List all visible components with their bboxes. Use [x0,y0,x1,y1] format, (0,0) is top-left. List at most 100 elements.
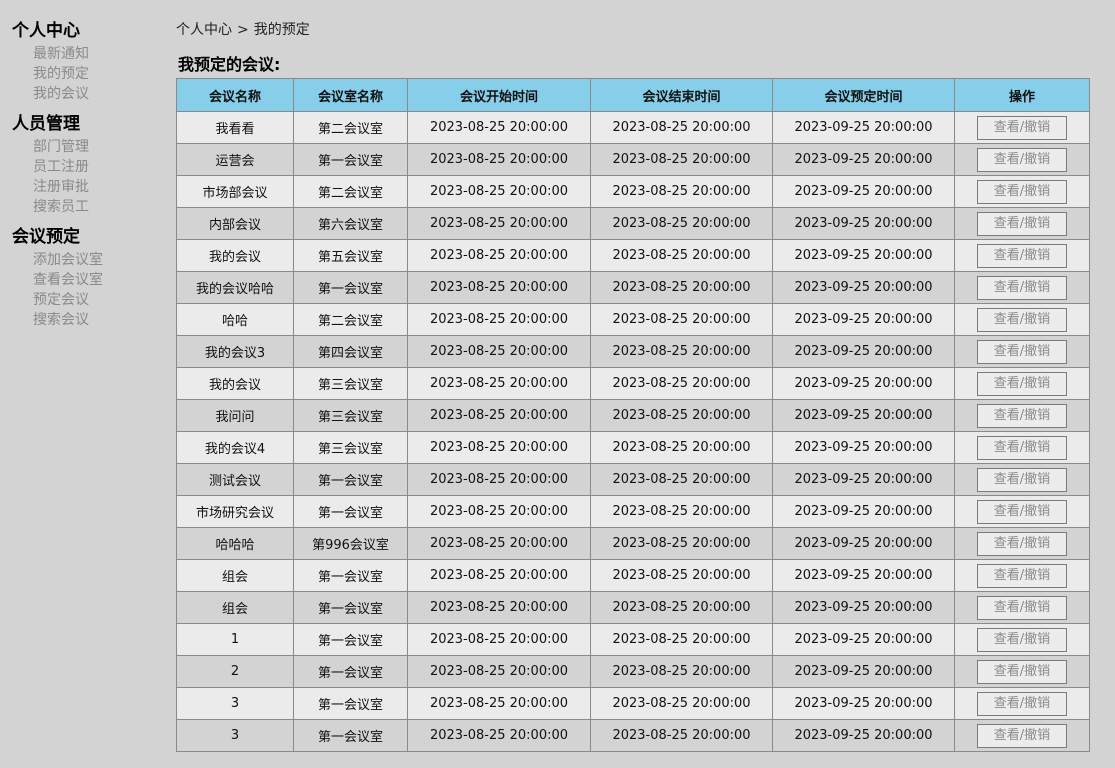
sidebar-link[interactable]: 搜索员工 [12,197,162,217]
header-end-time: 会议结束时间 [590,78,773,112]
booking-time-cell: 2023-09-25 20:00:00 [772,431,955,464]
sidebar-link[interactable]: 注册审批 [12,177,162,197]
start-time-cell: 2023-08-25 20:00:00 [407,719,591,752]
view-cancel-button[interactable]: 查看/撤销 [977,467,1067,492]
room-name-cell: 第一会议室 [293,495,408,528]
booking-time-cell: 2023-09-25 20:00:00 [772,655,955,688]
section-title: 我预定的会议: [178,55,281,74]
action-cell: 查看/撤销 [954,431,1090,464]
view-cancel-button[interactable]: 查看/撤销 [977,147,1067,172]
booking-time-cell: 2023-09-25 20:00:00 [772,207,955,240]
booking-time-cell: 2023-09-25 20:00:00 [772,559,955,592]
view-cancel-button[interactable]: 查看/撤销 [977,691,1067,716]
booking-time-cell: 2023-09-25 20:00:00 [772,687,955,720]
booking-time-cell: 2023-09-25 20:00:00 [772,527,955,560]
view-cancel-button[interactable]: 查看/撤销 [977,339,1067,364]
view-cancel-button[interactable]: 查看/撤销 [977,275,1067,300]
view-cancel-button[interactable]: 查看/撤销 [977,595,1067,620]
start-time-cell: 2023-08-25 20:00:00 [407,527,591,560]
sidebar-group-title: 会议预定 [12,227,80,247]
meeting-name-cell: 3 [176,719,294,752]
sidebar-group-title: 个人中心 [12,21,80,41]
end-time-cell: 2023-08-25 20:00:00 [590,239,773,272]
table-row: 运营会 第一会议室 2023-08-25 20:00:00 2023-08-25 20… [176,143,1090,176]
sidebar-link[interactable]: 部门管理 [12,137,162,157]
sidebar-link[interactable]: 我的会议 [12,84,162,104]
end-time-cell: 2023-08-25 20:00:00 [590,271,773,304]
end-time-cell: 2023-08-25 20:00:00 [590,111,773,144]
booking-time-cell: 2023-09-25 20:00:00 [772,367,955,400]
view-cancel-button[interactable]: 查看/撤销 [977,627,1067,652]
booking-time-cell: 2023-09-25 20:00:00 [772,175,955,208]
view-cancel-button[interactable]: 查看/撤销 [977,211,1067,236]
table-row: 1 第一会议室 2023-08-25 20:00:00 2023-08-25 20:0… [176,623,1090,656]
meeting-name-cell: 我的会议4 [176,431,294,464]
view-cancel-button[interactable]: 查看/撤销 [977,307,1067,332]
room-name-cell: 第一会议室 [293,623,408,656]
end-time-cell: 2023-08-25 20:00:00 [590,495,773,528]
meeting-name-cell: 哈哈哈 [176,527,294,560]
view-cancel-button[interactable]: 查看/撤销 [977,115,1067,140]
sidebar-link[interactable]: 搜索会议 [12,310,162,330]
breadcrumb-home[interactable]: 个人中心 [176,22,232,38]
booking-time-cell: 2023-09-25 20:00:00 [772,495,955,528]
header-meeting-name: 会议名称 [176,78,294,112]
view-cancel-button[interactable]: 查看/撤销 [977,659,1067,684]
meeting-name-cell: 我的会议3 [176,335,294,368]
booking-time-cell: 2023-09-25 20:00:00 [772,591,955,624]
action-cell: 查看/撤销 [954,335,1090,368]
room-name-cell: 第二会议室 [293,111,408,144]
sidebar-link[interactable]: 我的预定 [12,64,162,84]
start-time-cell: 2023-08-25 20:00:00 [407,175,591,208]
action-cell: 查看/撤销 [954,527,1090,560]
sidebar-link[interactable]: 添加会议室 [12,250,162,270]
start-time-cell: 2023-08-25 20:00:00 [407,207,591,240]
header-action: 操作 [954,78,1090,112]
meeting-name-cell: 哈哈 [176,303,294,336]
sidebar-link[interactable]: 预定会议 [12,290,162,310]
room-name-cell: 第三会议室 [293,431,408,464]
sidebar-group-title: 人员管理 [12,114,80,134]
start-time-cell: 2023-08-25 20:00:00 [407,559,591,592]
view-cancel-button[interactable]: 查看/撤销 [977,531,1067,556]
view-cancel-button[interactable]: 查看/撤销 [977,499,1067,524]
view-cancel-button[interactable]: 查看/撤销 [977,179,1067,204]
room-name-cell: 第一会议室 [293,143,408,176]
end-time-cell: 2023-08-25 20:00:00 [590,719,773,752]
room-name-cell: 第996会议室 [293,527,408,560]
room-name-cell: 第二会议室 [293,303,408,336]
view-cancel-button[interactable]: 查看/撤销 [977,435,1067,460]
sidebar-link[interactable]: 员工注册 [12,157,162,177]
action-cell: 查看/撤销 [954,655,1090,688]
table-row: 3 第一会议室 2023-08-25 20:00:00 2023-08-25 20:0… [176,719,1090,752]
room-name-cell: 第二会议室 [293,175,408,208]
meeting-name-cell: 内部会议 [176,207,294,240]
action-cell: 查看/撤销 [954,143,1090,176]
view-cancel-button[interactable]: 查看/撤销 [977,371,1067,396]
sidebar: 个人中心最新通知 我的预定 我的会议人员管理部门管理 员工注册 注册审批 搜索员工会议预定… [12,18,162,337]
table-header-row: 会议名称 会议室名称 会议开始时间 会议结束时间 会议预定时间 操作 [176,78,1090,112]
action-cell: 查看/撤销 [954,463,1090,496]
start-time-cell: 2023-08-25 20:00:00 [407,367,591,400]
start-time-cell: 2023-08-25 20:00:00 [407,143,591,176]
meeting-name-cell: 运营会 [176,143,294,176]
sidebar-link[interactable]: 最新通知 [12,44,162,64]
action-cell: 查看/撤销 [954,591,1090,624]
view-cancel-button[interactable]: 查看/撤销 [977,243,1067,268]
action-cell: 查看/撤销 [954,207,1090,240]
header-booking-time: 会议预定时间 [772,78,955,112]
view-cancel-button[interactable]: 查看/撤销 [977,403,1067,428]
sidebar-link[interactable]: 查看会议室 [12,270,162,290]
room-name-cell: 第三会议室 [293,399,408,432]
table-row: 组会 第一会议室 2023-08-25 20:00:00 2023-08-25 20:… [176,559,1090,592]
end-time-cell: 2023-08-25 20:00:00 [590,591,773,624]
room-name-cell: 第五会议室 [293,239,408,272]
end-time-cell: 2023-08-25 20:00:00 [590,143,773,176]
end-time-cell: 2023-08-25 20:00:00 [590,463,773,496]
start-time-cell: 2023-08-25 20:00:00 [407,303,591,336]
header-start-time: 会议开始时间 [407,78,591,112]
meeting-name-cell: 我的会议 [176,367,294,400]
view-cancel-button[interactable]: 查看/撤销 [977,563,1067,588]
view-cancel-button[interactable]: 查看/撤销 [977,723,1067,748]
table-row: 我问问 第三会议室 2023-08-25 20:00:00 2023-08-25 20… [176,399,1090,432]
